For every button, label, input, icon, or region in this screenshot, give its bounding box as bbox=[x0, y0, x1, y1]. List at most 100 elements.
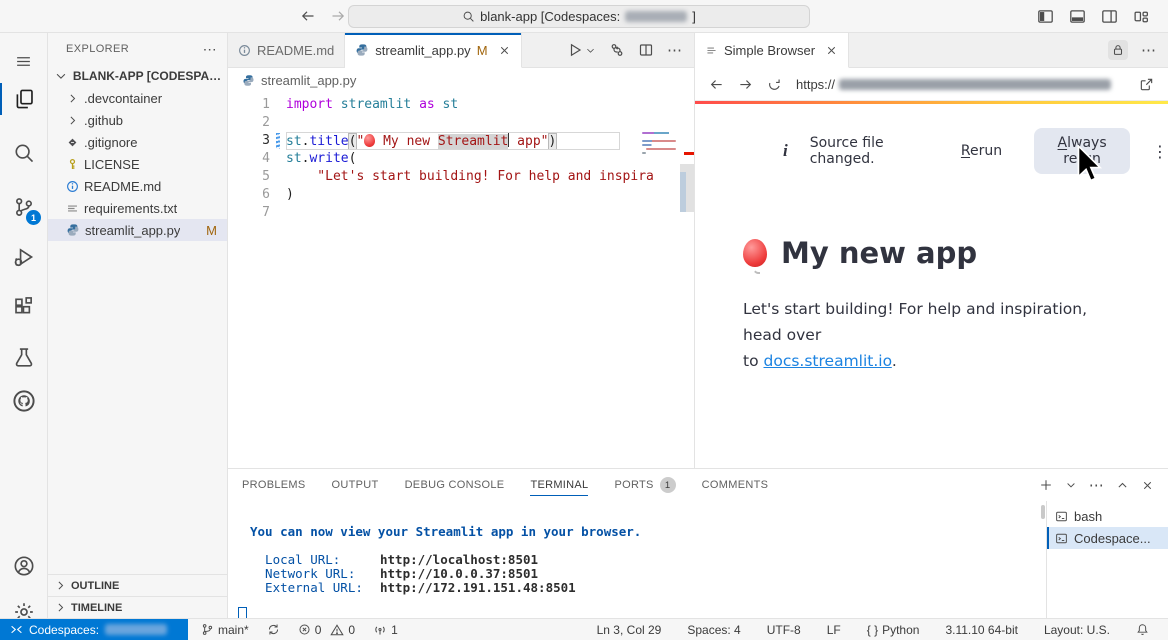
history-forward-icon[interactable] bbox=[330, 8, 346, 24]
eol-status[interactable]: LF bbox=[822, 623, 846, 637]
tree-item-streamlit-app[interactable]: streamlit_app.py M bbox=[48, 219, 227, 241]
sync-status[interactable] bbox=[262, 623, 285, 636]
url-bar[interactable]: https:// bbox=[796, 77, 1125, 92]
tab-simple-browser[interactable]: Simple Browser bbox=[695, 33, 849, 68]
tab-streamlit-app[interactable]: streamlit_app.py M bbox=[345, 33, 521, 68]
tab-ports[interactable]: PORTS1 bbox=[614, 469, 675, 501]
scrollbar-thumb[interactable] bbox=[680, 164, 694, 212]
editor-tab-bar: README.md streamlit_app.py M ⋯ bbox=[228, 33, 694, 68]
new-terminal-icon[interactable] bbox=[1039, 478, 1053, 492]
sidebar-item-github[interactable] bbox=[0, 381, 47, 421]
split-editor-icon[interactable] bbox=[638, 42, 654, 58]
tree-item-devcontainer[interactable]: .devcontainer bbox=[48, 87, 227, 109]
minimap[interactable] bbox=[638, 130, 680, 156]
customize-layout-icon[interactable] bbox=[1133, 8, 1150, 25]
history-back-icon[interactable] bbox=[300, 8, 316, 24]
tree-item-gitignore[interactable]: .gitignore bbox=[48, 131, 227, 153]
search-icon bbox=[462, 10, 475, 23]
kebab-menu-icon[interactable]: ⋮ bbox=[1152, 142, 1168, 161]
terminal-session-bash[interactable]: bash bbox=[1047, 505, 1168, 527]
run-options-icon[interactable] bbox=[609, 42, 625, 58]
title-bar: blank-app [Codespaces: ] bbox=[0, 0, 1168, 33]
command-center-search[interactable]: blank-app [Codespaces: ] bbox=[348, 5, 810, 28]
close-panel-icon[interactable] bbox=[1141, 479, 1154, 492]
word-occurrence-highlight: Streamlit bbox=[438, 134, 508, 149]
overview-occurrence-marker bbox=[684, 152, 694, 155]
overview-ruler[interactable] bbox=[680, 92, 694, 488]
problems-status[interactable]: 0 0 bbox=[293, 623, 360, 637]
panel-more-actions-icon[interactable]: ⋯ bbox=[1089, 476, 1104, 494]
notifications-bell-icon[interactable] bbox=[1131, 623, 1154, 636]
browser-forward-icon[interactable] bbox=[738, 77, 753, 92]
broadcast-icon bbox=[373, 623, 387, 637]
toggle-primary-sidebar-icon[interactable] bbox=[1037, 8, 1054, 25]
toggle-secondary-sidebar-icon[interactable] bbox=[1101, 8, 1118, 25]
open-external-icon[interactable] bbox=[1139, 77, 1154, 92]
terminal-line: Network URL: http://10.0.0.37:8501 bbox=[250, 567, 1044, 581]
run-python-file-button[interactable] bbox=[567, 42, 596, 58]
terminal-session-list: bash Codespace... bbox=[1046, 501, 1168, 618]
sidebar-item-testing[interactable] bbox=[0, 337, 47, 377]
tree-root-folder[interactable]: BLANK-APP [CODESPAC... bbox=[48, 65, 227, 87]
info-icon: i bbox=[783, 141, 788, 161]
terminal-session-codespace[interactable]: Codespace... bbox=[1047, 527, 1168, 549]
activity-bar: 1 bbox=[0, 33, 48, 618]
docs-link[interactable]: docs.streamlit.io bbox=[764, 352, 892, 370]
sidebar-item-search[interactable] bbox=[0, 133, 47, 173]
balloon-emoji bbox=[364, 134, 375, 147]
close-tab-icon[interactable] bbox=[825, 44, 838, 57]
tree-item-github-folder[interactable]: .github bbox=[48, 109, 227, 131]
language-mode-status[interactable]: { }Python bbox=[862, 623, 925, 637]
maximize-panel-icon[interactable] bbox=[1116, 479, 1129, 492]
terminal-profile-chevron-icon[interactable] bbox=[1065, 479, 1077, 491]
status-bar: Codespaces: main* 0 0 1 Ln 3, Col 29 Spa… bbox=[0, 618, 1168, 640]
chevron-down-icon bbox=[585, 45, 596, 56]
tree-item-license[interactable]: LICENSE bbox=[48, 153, 227, 175]
rerun-button[interactable]: Rerun bbox=[951, 136, 1012, 166]
tab-readme[interactable]: README.md bbox=[228, 33, 345, 67]
sidebar-item-explorer[interactable] bbox=[0, 79, 47, 119]
tree-item-requirements[interactable]: requirements.txt bbox=[48, 197, 227, 219]
browser-back-icon[interactable] bbox=[709, 77, 724, 92]
code-editor[interactable]: 1import streamlit as st 2 3st.title(" My… bbox=[228, 92, 694, 222]
command-center-label-suffix: ] bbox=[692, 9, 696, 24]
bracket-match: ) bbox=[549, 134, 557, 149]
timeline-section[interactable]: TIMELINE bbox=[48, 596, 227, 618]
outline-section[interactable]: OUTLINE bbox=[48, 574, 227, 596]
tab-output[interactable]: OUTPUT bbox=[332, 469, 379, 501]
keyboard-layout-status[interactable]: Layout: U.S. bbox=[1039, 623, 1115, 637]
browser-reload-icon[interactable] bbox=[767, 77, 782, 92]
tab-problems[interactable]: PROBLEMS bbox=[242, 469, 306, 501]
tab-debug-console[interactable]: DEBUG CONSOLE bbox=[405, 469, 505, 501]
tab-terminal[interactable]: TERMINAL bbox=[530, 469, 588, 501]
error-icon bbox=[298, 623, 311, 636]
explorer-more-actions-icon[interactable]: ⋯ bbox=[203, 41, 217, 58]
lock-preview-icon[interactable] bbox=[1108, 40, 1128, 60]
terminal-output[interactable]: You can now view your Streamlit app in y… bbox=[228, 501, 1044, 618]
editor-more-actions-icon[interactable]: ⋯ bbox=[667, 41, 682, 59]
python-interpreter-status[interactable]: 3.11.10 64-bit bbox=[940, 623, 1023, 637]
account-icon[interactable] bbox=[0, 546, 47, 586]
indentation-status[interactable]: Spaces: 4 bbox=[682, 623, 745, 637]
line-number: 5 bbox=[228, 168, 274, 186]
redacted-url bbox=[839, 79, 1111, 90]
toggle-panel-icon[interactable] bbox=[1069, 8, 1086, 25]
warning-icon bbox=[330, 623, 344, 637]
forwarded-ports-status[interactable]: 1 bbox=[368, 623, 403, 637]
terminal-scrollbar[interactable] bbox=[1041, 505, 1045, 519]
cursor-position-status[interactable]: Ln 3, Col 29 bbox=[592, 623, 667, 637]
branch-status[interactable]: main* bbox=[196, 623, 254, 637]
streamlit-app-title: My new app bbox=[743, 236, 1168, 270]
remote-indicator[interactable]: Codespaces: bbox=[0, 619, 188, 640]
sidebar-item-extensions[interactable] bbox=[0, 287, 47, 327]
tree-item-readme[interactable]: README.md bbox=[48, 175, 227, 197]
close-tab-icon[interactable] bbox=[498, 44, 511, 57]
encoding-status[interactable]: UTF-8 bbox=[762, 623, 806, 637]
tab-comments[interactable]: COMMENTS bbox=[702, 469, 769, 501]
browser-more-actions-icon[interactable]: ⋯ bbox=[1141, 41, 1156, 59]
menu-icon[interactable] bbox=[0, 41, 47, 81]
sidebar-item-source-control[interactable]: 1 bbox=[0, 187, 47, 227]
sidebar-item-run-debug[interactable] bbox=[0, 237, 47, 277]
tab-modified-badge: M bbox=[477, 43, 488, 58]
breadcrumb[interactable]: streamlit_app.py bbox=[228, 68, 694, 92]
